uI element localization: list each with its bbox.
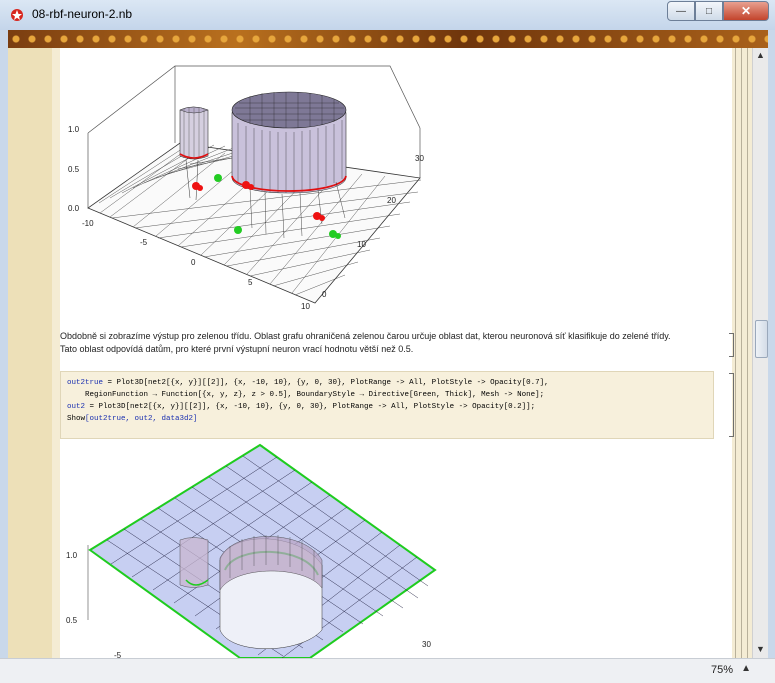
input-cell[interactable]: out2true = Plot3D[net2[{x, y}][[2]], {x,… xyxy=(60,371,714,439)
code-variable: out2true xyxy=(67,379,104,387)
zoom-menu-arrow-icon[interactable]: ▲ xyxy=(741,663,751,674)
scroll-down-arrow[interactable]: ▼ xyxy=(756,644,765,654)
plot1-z-tick: 1.0 xyxy=(68,125,80,134)
plot1-y-tick: 0 xyxy=(322,290,327,299)
vertical-scrollbar[interactable]: ▲ ▼ xyxy=(752,48,768,658)
plot1-z-tick: 0.0 xyxy=(68,204,80,213)
window-controls: — □ ✕ xyxy=(667,1,769,21)
scroll-up-arrow[interactable]: ▲ xyxy=(756,50,765,60)
plot1-x-tick: 0 xyxy=(191,258,196,267)
plot2-z-tick: 1.0 xyxy=(66,551,78,560)
plot1-x-tick: 10 xyxy=(301,302,310,311)
code-text: = Plot3D[net2[{x, y}][[2]], {x, -10, 10}… xyxy=(103,379,549,387)
status-bar: 75% ▲ xyxy=(0,658,775,683)
close-button[interactable]: ✕ xyxy=(723,1,769,21)
title-bar[interactable]: 08-rbf-neuron-2.nb — □ ✕ xyxy=(0,0,775,30)
input-code[interactable]: out2true = Plot3D[net2[{x, y}][[2]], {x,… xyxy=(67,377,549,425)
plot3d-output-2[interactable]: 1.0 0.5 -5 30 xyxy=(60,440,720,658)
text-cell-bracket[interactable] xyxy=(729,333,734,357)
notebook-decorative-banner xyxy=(8,30,768,48)
plot1-y-tick: 20 xyxy=(387,196,396,205)
code-text: = Plot3D[net2[{x, y}][[2]], {x, -10, 10}… xyxy=(85,403,536,411)
plot1-x-tick: 5 xyxy=(248,278,253,287)
plot3d-output-1[interactable]: 1.0 0.5 0.0 -10 -5 0 5 10 30 20 10 0 xyxy=(60,48,720,320)
text-cell-line-2: Tato oblast odpovídá datům, pro které pr… xyxy=(60,344,414,354)
input-cell-bracket[interactable] xyxy=(729,373,734,437)
plot1-z-tick: 0.5 xyxy=(68,165,80,174)
plot2-y-tick: 30 xyxy=(422,640,431,649)
plot2-x-tick: -5 xyxy=(114,651,122,658)
scroll-thumb[interactable] xyxy=(755,320,768,358)
code-text: RegionFunction → Function[{x, y, z}, z >… xyxy=(67,391,545,399)
code-variable: out2 xyxy=(67,403,86,411)
code-function: Show xyxy=(67,415,86,423)
notebook-left-margin xyxy=(8,48,52,658)
plot1-x-tick: -10 xyxy=(82,219,94,228)
zoom-level[interactable]: 75% xyxy=(711,664,733,676)
application-window: 08-rbf-neuron-2.nb — □ ✕ ▲ ▼ 1.0 0.5 0.0… xyxy=(0,0,775,683)
plot1-y-tick: 10 xyxy=(357,240,366,249)
window-title: 08-rbf-neuron-2.nb xyxy=(32,7,133,21)
minimize-button[interactable]: — xyxy=(667,1,695,21)
cell-bracket-rails xyxy=(732,48,752,658)
text-cell[interactable]: Obdobně si zobrazíme výstup pro zelenou … xyxy=(60,330,700,356)
plot1-x-tick: -5 xyxy=(140,238,148,247)
plot1-y-tick: 30 xyxy=(415,154,424,163)
text-cell-line-1: Obdobně si zobrazíme výstup pro zelenou … xyxy=(60,331,671,341)
mathematica-icon xyxy=(11,9,23,21)
maximize-button[interactable]: □ xyxy=(695,1,723,21)
plot2-z-tick: 0.5 xyxy=(66,616,78,625)
code-text: [out2true, out2, data3d2] xyxy=(85,415,198,423)
